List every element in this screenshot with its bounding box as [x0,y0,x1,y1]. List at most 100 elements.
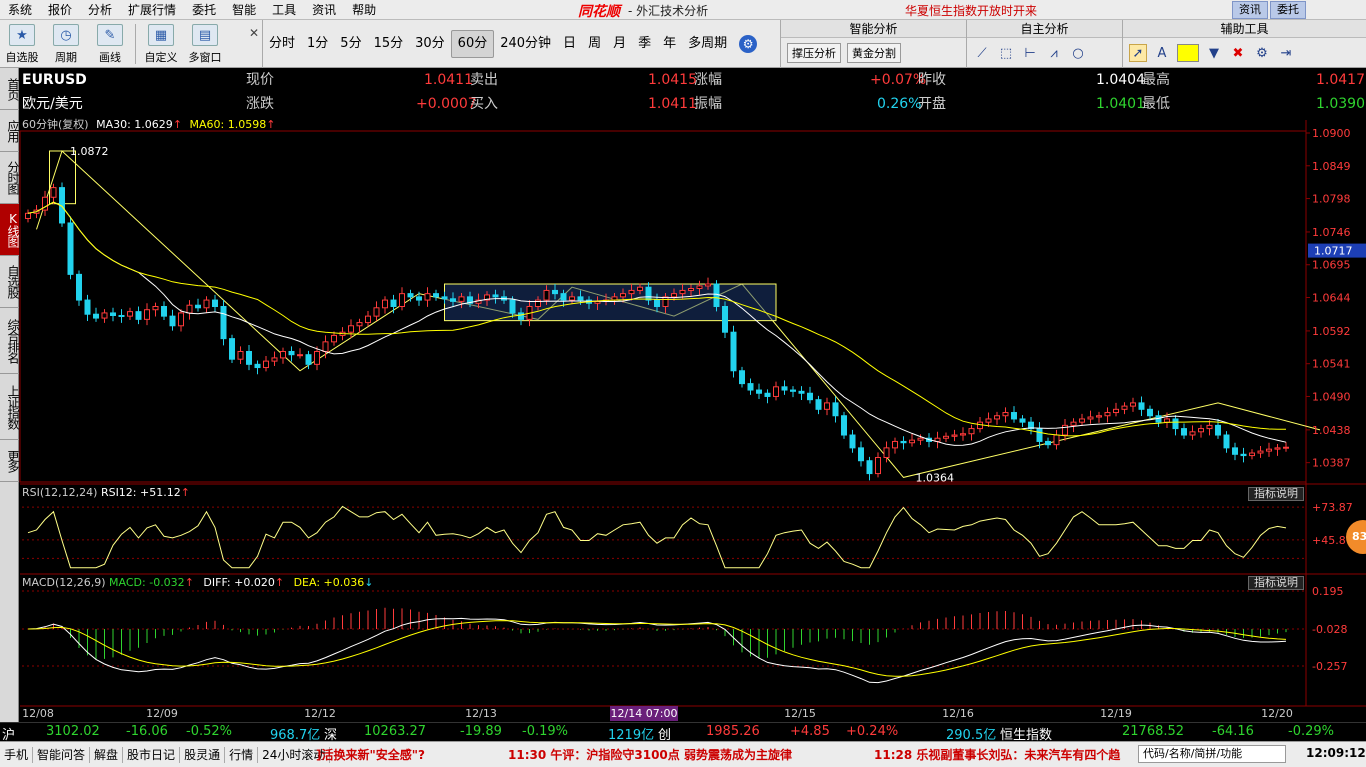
cy-change: +4.85 [790,724,830,739]
news-ticker-3[interactable]: 11:28 乐视副董事长刘弘：未来汽车有四个趋 [874,746,1120,763]
sz-pct: -0.19% [522,724,568,739]
candle-body [254,363,261,369]
diff-value: DIFF: +0.020 [203,576,275,589]
diff-line [27,617,1287,684]
candle-body [900,440,907,444]
search-input[interactable]: 代码/名称/简拼/功能 [1138,745,1286,763]
candle-body [790,389,796,392]
candle-body [373,307,380,317]
candle-body [688,288,694,291]
candle-body [1019,418,1026,423]
candle-body [237,350,244,360]
candle-body [968,428,975,435]
candle-body [620,293,626,298]
bottom-tab-qa[interactable]: 智能问答 [33,746,91,763]
candle-body [960,433,966,436]
cy-price[interactable]: 1985.26 [706,724,760,739]
candle-body [1215,424,1221,436]
news-ticker-1[interactable]: ]活换来新"安全感"? [316,746,425,763]
candle-body [135,311,142,320]
candle-body [1087,416,1094,420]
kline-chart[interactable]: 1.08721.0364 1.09001.08491.07981.07461.0… [0,0,1366,722]
price-tick-label: 1.0746 [1312,226,1351,239]
sh-change: -16.06 [126,724,168,739]
candle-body [433,293,439,298]
candle-body [756,389,762,394]
high-annotation: 1.0872 [70,145,109,158]
candle-body [832,402,839,417]
candle-body [229,338,235,360]
candle-body [314,350,320,365]
candle-body [441,296,448,300]
candle-body [552,289,558,295]
candle-body [67,222,74,275]
candle-body [722,306,728,333]
candle-body [815,399,822,410]
macd-explain-button[interactable]: 指标说明 [1248,576,1304,590]
status-bar: 手机 智能问答 解盘 股市日记 股灵通 行情 24小时滚动 ]活换来新"安全感"… [0,741,1366,767]
candle-body [679,289,686,295]
moving-averages [27,201,1287,446]
clock: 12:09:12 [1306,746,1366,760]
candle-body [1002,412,1009,417]
candle-body [127,311,133,317]
bottom-tab-mobile[interactable]: 手机 [0,746,34,763]
sh-pct: -0.52% [186,724,232,739]
bottom-tab-lingtong[interactable]: 股灵通 [180,746,226,763]
date-tick-label: 12/08 [22,707,54,720]
candle-body [110,312,116,316]
candle-body [161,306,167,317]
candle-body [1053,434,1060,446]
candle-body [866,460,873,475]
candle-body [424,293,431,301]
price-tick-label: 1.0592 [1312,325,1351,338]
candle-body [144,309,150,320]
news-ticker-2[interactable]: 11:30 午评：沪指险守3100点 弱势震荡成为主旋律 [508,746,792,763]
bottom-tab-diary[interactable]: 股市日记 [123,746,181,763]
cy-pct: +0.24% [846,724,899,739]
candle-body [322,341,329,352]
candle-body [1147,408,1153,417]
candle-body [212,299,218,307]
candle-body [1104,412,1111,417]
rsi-explain-button[interactable]: 指标说明 [1248,487,1304,501]
candle-body [1011,412,1017,420]
macd-tick-label: -0.028 [1312,623,1347,636]
candle-body [1232,447,1238,455]
price-tick-label: 1.0798 [1312,193,1351,206]
candle-body [263,360,269,369]
candle-body [662,296,669,308]
candle-body [492,294,499,298]
current-price-label: 1.0717 [1314,245,1353,258]
sh-price[interactable]: 3102.02 [46,724,100,739]
price-tick-label: 1.0541 [1312,358,1351,371]
candle-body [1138,402,1145,410]
bottom-tab-market[interactable]: 行情 [225,746,259,763]
candle-body [1266,448,1272,452]
candle-body [25,212,31,219]
candle-body [169,315,176,327]
candle-body [1113,408,1119,414]
candle-body [645,286,652,301]
date-tick-label: 12/16 [942,707,974,720]
candle-body [1181,428,1187,436]
candle-body [994,415,1000,420]
price-axis: 1.0900 1.0849 1.0798 1.0746 1.0695 1.0644 1.05… [1306,127,1366,470]
price-tick-label: 1.0695 [1312,259,1351,272]
candle-body [654,299,660,307]
candle-body [84,299,91,315]
candle-body [696,285,703,290]
hs-price[interactable]: 21768.52 [1122,724,1184,739]
candle-body [365,315,371,324]
date-axis: 12/08 12/09 12/12 12/13 12/14 07:00 12/15 12/1… [22,706,1293,721]
candle-body [1249,452,1255,457]
sz-price[interactable]: 10263.27 [364,724,426,739]
candle-body [50,187,57,198]
candle-body [917,437,924,441]
candle-body [671,293,677,298]
candle-body [1206,424,1213,430]
candle-body [909,439,915,444]
candle-body [416,296,422,301]
rsi-panel: +73.87+45.87 [22,501,1353,569]
bottom-tab-review[interactable]: 解盘 [90,746,124,763]
